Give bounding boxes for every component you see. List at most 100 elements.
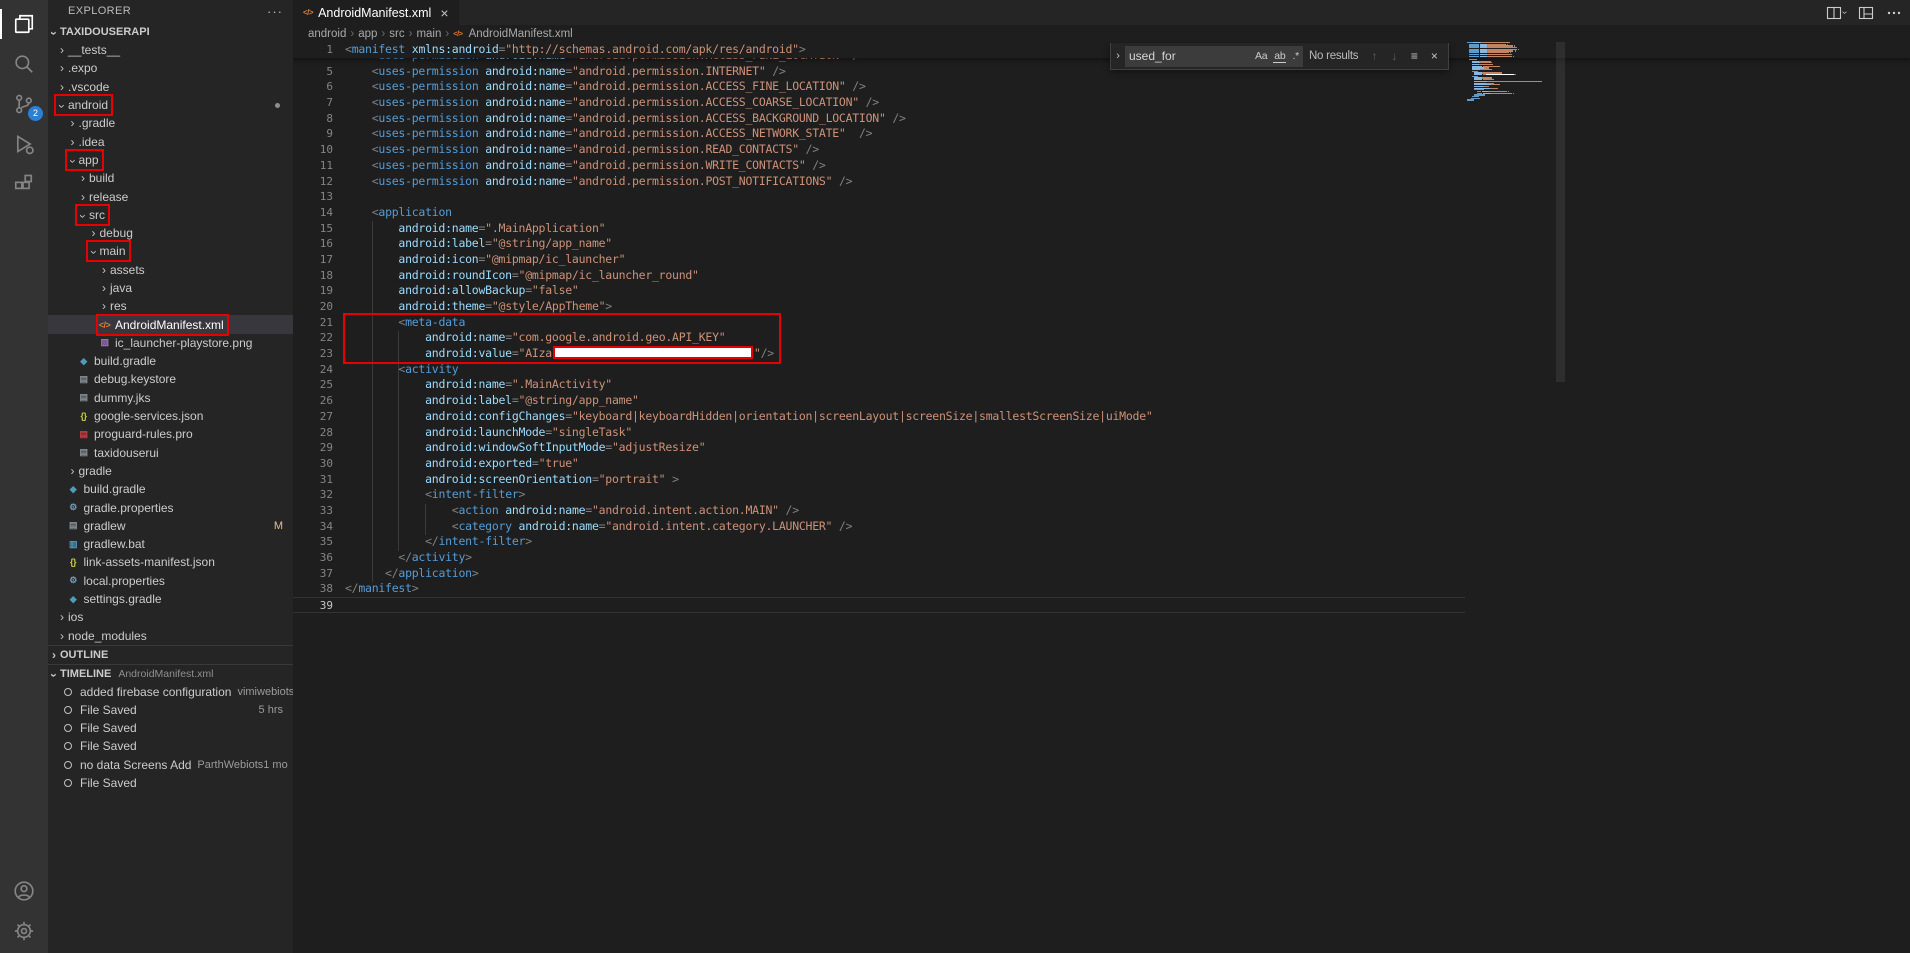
timeline-item[interactable]: File Saved xyxy=(48,719,293,737)
tree-folder-release[interactable]: ›release xyxy=(48,187,293,205)
code-line-16[interactable]: 16 android:label="@string/app_name" xyxy=(293,236,1465,252)
code-line-14[interactable]: 14 <application xyxy=(293,205,1465,221)
tree-file-build.gradle[interactable]: ◆build.gradle xyxy=(48,480,293,498)
timeline-item[interactable]: File Saved5 hrs xyxy=(48,701,293,719)
timeline-item[interactable]: added firebase configurationvimiwebiots1… xyxy=(48,683,293,701)
code-line-39[interactable]: 39 xyxy=(293,597,1465,613)
tree-folder-app[interactable]: ›app xyxy=(48,151,293,169)
code-line-22[interactable]: 22 android:name="com.google.android.geo.… xyxy=(293,330,1465,346)
explorer-icon[interactable] xyxy=(0,4,48,44)
code-line-34[interactable]: 34 <category android:name="android.inten… xyxy=(293,519,1465,535)
code-line-38[interactable]: 38</manifest> xyxy=(293,581,1465,597)
code-line-13[interactable]: 13 xyxy=(293,189,1465,205)
find-close-button[interactable]: × xyxy=(1424,49,1444,63)
editor-scrollbar[interactable] xyxy=(1556,42,1565,382)
code-line-19[interactable]: 19 android:allowBackup="false" xyxy=(293,283,1465,299)
section-header-workspace[interactable]: › TAXIDOUSERAPI xyxy=(48,22,293,41)
tree-folder-build[interactable]: ›build xyxy=(48,169,293,187)
tree-folder-main[interactable]: ›main xyxy=(48,242,293,260)
tree-file-debug.keystore[interactable]: ▤debug.keystore xyxy=(48,370,293,388)
code-line-7[interactable]: 7 <uses-permission android:name="android… xyxy=(293,95,1465,111)
code-line-29[interactable]: 29 android:windowSoftInputMode="adjustRe… xyxy=(293,440,1465,456)
tree-file-settings.gradle[interactable]: ◆settings.gradle xyxy=(48,590,293,608)
tree-file-link-assets-manifest.json[interactable]: {}link-assets-manifest.json xyxy=(48,553,293,571)
code-line-10[interactable]: 10 <uses-permission android:name="androi… xyxy=(293,142,1465,158)
find-previous-button[interactable]: ↑ xyxy=(1364,49,1384,63)
tree-folder-android[interactable]: ›android xyxy=(48,96,293,114)
timeline-item[interactable]: File Saved xyxy=(48,737,293,755)
whole-word-toggle[interactable]: ab xyxy=(1273,50,1286,63)
tree-file-dummy.jks[interactable]: ▤dummy.jks xyxy=(48,389,293,407)
code-line-8[interactable]: 8 <uses-permission android:name="android… xyxy=(293,111,1465,127)
tree-folder-debug[interactable]: ›debug xyxy=(48,224,293,242)
tree-file-ic_launcher-playstore.png[interactable]: ▨ic_launcher-playstore.png xyxy=(48,334,293,352)
code-line-17[interactable]: 17 android:icon="@mipmap/ic_launcher" xyxy=(293,252,1465,268)
explorer-more-actions-icon[interactable]: ··· xyxy=(267,4,283,19)
run-debug-icon[interactable] xyxy=(0,124,48,164)
code-line-23[interactable]: 23 android:value="AIza"/> xyxy=(293,346,1465,362)
code-line-32[interactable]: 32 <intent-filter> xyxy=(293,487,1465,503)
code-line-33[interactable]: 33 <action android:name="android.intent.… xyxy=(293,503,1465,519)
match-case-toggle[interactable]: Aa xyxy=(1254,50,1268,63)
more-actions-icon[interactable] xyxy=(1886,5,1902,21)
extensions-icon[interactable] xyxy=(0,164,48,204)
tree-file-gradle.properties[interactable]: ⚙gradle.properties xyxy=(48,498,293,516)
breadcrumb-item-app[interactable]: app xyxy=(358,28,377,40)
tree-file-local.properties[interactable]: ⚙local.properties xyxy=(48,572,293,590)
breadcrumb-item-main[interactable]: main xyxy=(416,28,441,40)
code-line-6[interactable]: 6 <uses-permission android:name="android… xyxy=(293,79,1465,95)
code-line-26[interactable]: 26 android:label="@string/app_name" xyxy=(293,393,1465,409)
code-line-11[interactable]: 11 <uses-permission android:name="androi… xyxy=(293,158,1465,174)
tree-file-gradlew[interactable]: ▤gradlewM xyxy=(48,517,293,535)
tree-folder-src[interactable]: ›src xyxy=(48,206,293,224)
tree-file-AndroidManifest.xml[interactable]: </>AndroidManifest.xml xyxy=(48,315,293,333)
tree-file-proguard-rules.pro[interactable]: ▤proguard-rules.pro xyxy=(48,425,293,443)
tab-close-icon[interactable]: × xyxy=(440,5,448,21)
minimap[interactable] xyxy=(1467,42,1556,103)
tree-folder-res[interactable]: ›res xyxy=(48,297,293,315)
breadcrumb-item-AndroidManifest.xml[interactable]: AndroidManifest.xml xyxy=(469,28,573,40)
tree-folder-node_modules[interactable]: ›node_modules xyxy=(48,627,293,645)
code-line-25[interactable]: 25 android:name=".MainActivity" xyxy=(293,377,1465,393)
code-line-31[interactable]: 31 android:screenOrientation="portrait" … xyxy=(293,472,1465,488)
code-editor[interactable]: 1<manifest xmlns:android="http://schemas… xyxy=(293,42,1910,953)
tab-androidmanifest[interactable]: </> AndroidManifest.xml × xyxy=(293,0,460,25)
code-line-15[interactable]: 15 android:name=".MainApplication" xyxy=(293,221,1465,237)
settings-gear-icon[interactable] xyxy=(0,911,48,951)
code-line-24[interactable]: 24 <activity xyxy=(293,362,1465,378)
source-control-icon[interactable]: 2 xyxy=(0,84,48,124)
tree-folder-.expo[interactable]: ›.expo xyxy=(48,59,293,77)
tree-file-google-services.json[interactable]: {}google-services.json xyxy=(48,407,293,425)
accounts-icon[interactable] xyxy=(0,871,48,911)
code-line-9[interactable]: 9 <uses-permission android:name="android… xyxy=(293,126,1465,142)
code-lines[interactable]: 5 <uses-permission android:name="android… xyxy=(293,64,1910,613)
regex-toggle[interactable]: .* xyxy=(1291,50,1300,63)
tree-folder-gradle[interactable]: ›gradle xyxy=(48,462,293,480)
customize-layout-icon[interactable] xyxy=(1858,5,1874,21)
timeline-item[interactable]: File Saved xyxy=(48,774,293,792)
tree-folder-assets[interactable]: ›assets xyxy=(48,261,293,279)
find-input[interactable] xyxy=(1125,49,1233,63)
code-line-12[interactable]: 12 <uses-permission android:name="androi… xyxy=(293,174,1465,190)
tree-file-build.gradle[interactable]: ◆build.gradle xyxy=(48,352,293,370)
find-in-selection-button[interactable]: ≡ xyxy=(1404,49,1424,63)
tree-folder-ios[interactable]: ›ios xyxy=(48,608,293,626)
find-next-button[interactable]: ↓ xyxy=(1384,49,1404,63)
tree-folder-.gradle[interactable]: ›.gradle xyxy=(48,114,293,132)
find-expand-toggle-icon[interactable]: › xyxy=(1111,50,1125,62)
code-line-35[interactable]: 35 </intent-filter> xyxy=(293,534,1465,550)
code-line-28[interactable]: 28 android:launchMode="singleTask" xyxy=(293,425,1465,441)
breadcrumb-item-android[interactable]: android xyxy=(308,28,346,40)
code-line-30[interactable]: 30 android:exported="true" xyxy=(293,456,1465,472)
search-icon[interactable] xyxy=(0,44,48,84)
code-line-37[interactable]: 37 </application> xyxy=(293,566,1465,582)
tree-folder-java[interactable]: ›java xyxy=(48,279,293,297)
code-line-18[interactable]: 18 android:roundIcon="@mipmap/ic_launche… xyxy=(293,268,1465,284)
tree-folder-.vscode[interactable]: ›.vscode xyxy=(48,78,293,96)
tree-file-gradlew.bat[interactable]: ▥gradlew.bat xyxy=(48,535,293,553)
timeline-item[interactable]: no data Screens AddParthWebiots1 mo xyxy=(48,756,293,774)
tree-file-taxidouserui[interactable]: ▤taxidouserui xyxy=(48,444,293,462)
section-header-outline[interactable]: › OUTLINE xyxy=(48,645,293,664)
split-editor-icon[interactable]: › xyxy=(1826,5,1846,21)
breadcrumb-item-src[interactable]: src xyxy=(389,28,404,40)
